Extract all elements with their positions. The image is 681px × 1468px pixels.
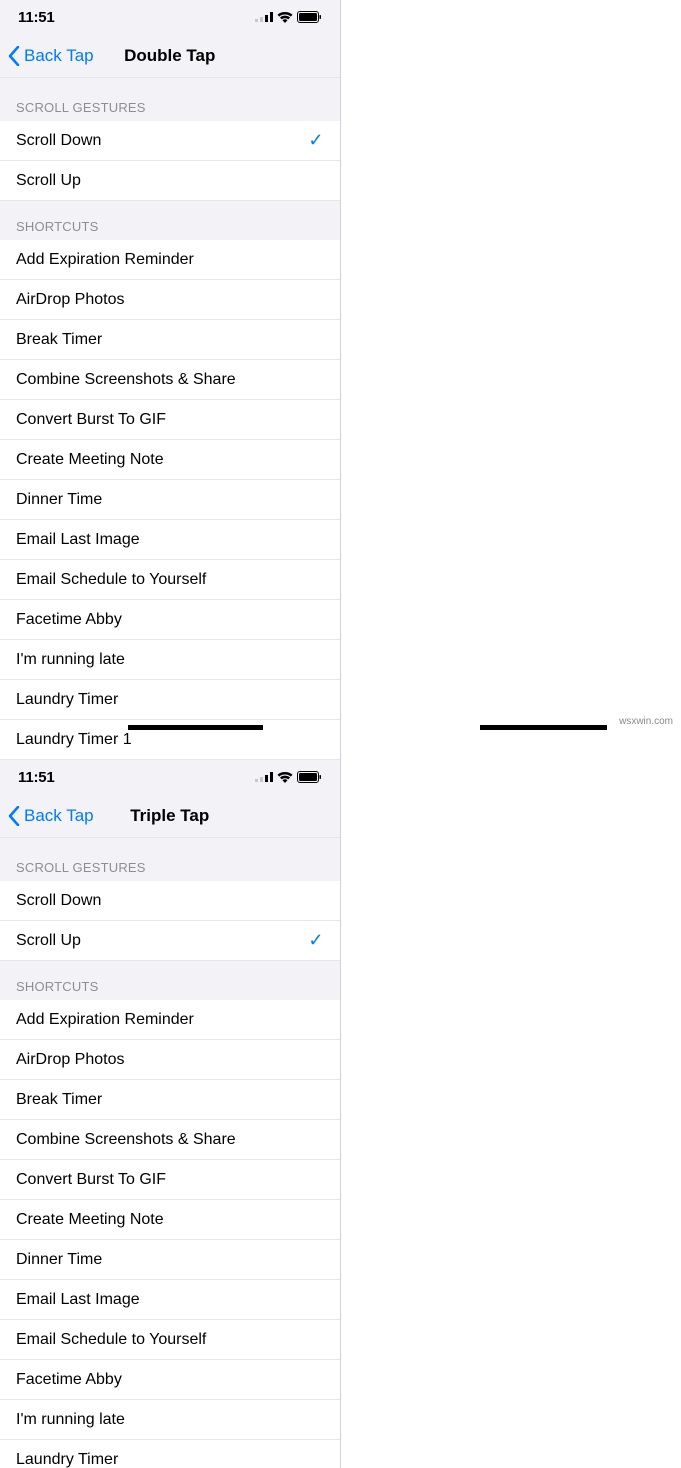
list-item[interactable]: AirDrop Photos (0, 1040, 340, 1080)
list-item[interactable]: Convert Burst To GIF (0, 400, 340, 440)
battery-icon (297, 11, 322, 23)
list-item[interactable]: AirDrop Photos (0, 280, 340, 320)
watermark: wsxwin.com (617, 715, 675, 728)
row-label: Laundry Timer (16, 1451, 118, 1468)
row-label: Laundry Timer (16, 691, 118, 709)
back-button[interactable]: Back Tap (0, 806, 94, 826)
signal-icon (255, 772, 273, 782)
list-item[interactable]: Break Timer (0, 320, 340, 360)
row-label: Combine Screenshots & Share (16, 1131, 236, 1149)
list-item[interactable]: Combine Screenshots & Share (0, 360, 340, 400)
list-item[interactable]: Laundry Timer (0, 680, 340, 720)
nav-bar: Back Tap Double Tap (0, 34, 340, 78)
list-item[interactable]: I'm running late (0, 1400, 340, 1440)
row-label: Dinner Time (16, 491, 102, 509)
scroll-gestures-group: Scroll Down Scroll Up ✓ (0, 881, 340, 961)
signal-icon (255, 12, 273, 22)
row-label: Convert Burst To GIF (16, 1171, 166, 1189)
shortcuts-group: Add Expiration Reminder AirDrop Photos B… (0, 240, 340, 760)
row-label: Add Expiration Reminder (16, 251, 194, 269)
content: SCROLL GESTURES Scroll Down ✓ Scroll Up … (0, 78, 340, 760)
checkmark-icon: ✓ (308, 930, 323, 951)
row-label: Create Meeting Note (16, 451, 164, 469)
list-item[interactable]: Convert Burst To GIF (0, 1160, 340, 1200)
list-item[interactable]: Combine Screenshots & Share (0, 1120, 340, 1160)
section-header-shortcuts: SHORTCUTS (0, 201, 340, 240)
row-label: Facetime Abby (16, 611, 122, 629)
list-item[interactable]: Facetime Abby (0, 600, 340, 640)
row-label: Scroll Up (16, 172, 81, 190)
list-item[interactable]: Scroll Up ✓ (0, 921, 340, 961)
row-label: Laundry Timer 1 (16, 731, 132, 749)
back-label: Back Tap (24, 46, 94, 66)
row-label: Break Timer (16, 331, 102, 349)
row-label: Email Schedule to Yourself (16, 1331, 206, 1349)
scroll-gestures-group: Scroll Down ✓ Scroll Up (0, 121, 340, 201)
list-item[interactable]: Create Meeting Note (0, 1200, 340, 1240)
redaction-bar (480, 725, 607, 730)
row-label: Create Meeting Note (16, 1211, 164, 1229)
row-label: Break Timer (16, 1091, 102, 1109)
status-time: 11:51 (18, 769, 55, 786)
list-item[interactable]: Scroll Up (0, 161, 340, 201)
list-item[interactable]: Break Timer (0, 1080, 340, 1120)
status-bar: 11:51 (0, 760, 340, 794)
list-item[interactable]: Email Last Image (0, 520, 340, 560)
row-label: Scroll Down (16, 892, 101, 910)
status-indicators (255, 11, 322, 23)
list-item[interactable]: Laundry Timer (0, 1440, 340, 1468)
checkmark-icon: ✓ (308, 130, 323, 151)
chevron-left-icon (8, 46, 20, 66)
back-button[interactable]: Back Tap (0, 46, 94, 66)
list-item[interactable]: Add Expiration Reminder (0, 240, 340, 280)
section-header-shortcuts: SHORTCUTS (0, 961, 340, 1000)
redaction-bar (128, 725, 263, 730)
chevron-left-icon (8, 806, 20, 826)
list-item[interactable]: Email Schedule to Yourself (0, 1320, 340, 1360)
row-label: Email Schedule to Yourself (16, 571, 206, 589)
list-item[interactable]: Facetime Abby (0, 1360, 340, 1400)
row-label: I'm running late (16, 1411, 125, 1429)
wifi-icon (277, 12, 293, 23)
battery-icon (297, 771, 322, 783)
row-label: Email Last Image (16, 531, 140, 549)
row-label: Convert Burst To GIF (16, 411, 166, 429)
status-indicators (255, 771, 322, 783)
row-label: AirDrop Photos (16, 291, 125, 309)
row-label: Scroll Up (16, 932, 81, 950)
list-item[interactable]: Add Expiration Reminder (0, 1000, 340, 1040)
content: SCROLL GESTURES Scroll Down Scroll Up ✓ … (0, 838, 340, 1468)
list-item[interactable]: Dinner Time (0, 1240, 340, 1280)
list-item[interactable]: Email Schedule to Yourself (0, 560, 340, 600)
list-item[interactable]: Dinner Time (0, 480, 340, 520)
list-item[interactable]: Create Meeting Note (0, 440, 340, 480)
list-item[interactable]: I'm running late (0, 640, 340, 680)
section-header-scroll: SCROLL GESTURES (0, 78, 340, 121)
nav-bar: Back Tap Triple Tap (0, 794, 340, 838)
row-label: I'm running late (16, 651, 125, 669)
row-label: AirDrop Photos (16, 1051, 125, 1069)
row-label: Email Last Image (16, 1291, 140, 1309)
list-item[interactable]: Scroll Down ✓ (0, 121, 340, 161)
wifi-icon (277, 772, 293, 783)
row-label: Dinner Time (16, 1251, 102, 1269)
shortcuts-group: Add Expiration Reminder AirDrop Photos B… (0, 1000, 340, 1468)
list-item[interactable]: Email Last Image (0, 1280, 340, 1320)
back-label: Back Tap (24, 806, 94, 826)
status-time: 11:51 (18, 9, 55, 26)
row-label: Combine Screenshots & Share (16, 371, 236, 389)
row-label: Facetime Abby (16, 1371, 122, 1389)
status-bar: 11:51 (0, 0, 340, 34)
row-label: Add Expiration Reminder (16, 1011, 194, 1029)
list-item[interactable]: Scroll Down (0, 881, 340, 921)
row-label: Scroll Down (16, 132, 101, 150)
section-header-scroll: SCROLL GESTURES (0, 838, 340, 881)
